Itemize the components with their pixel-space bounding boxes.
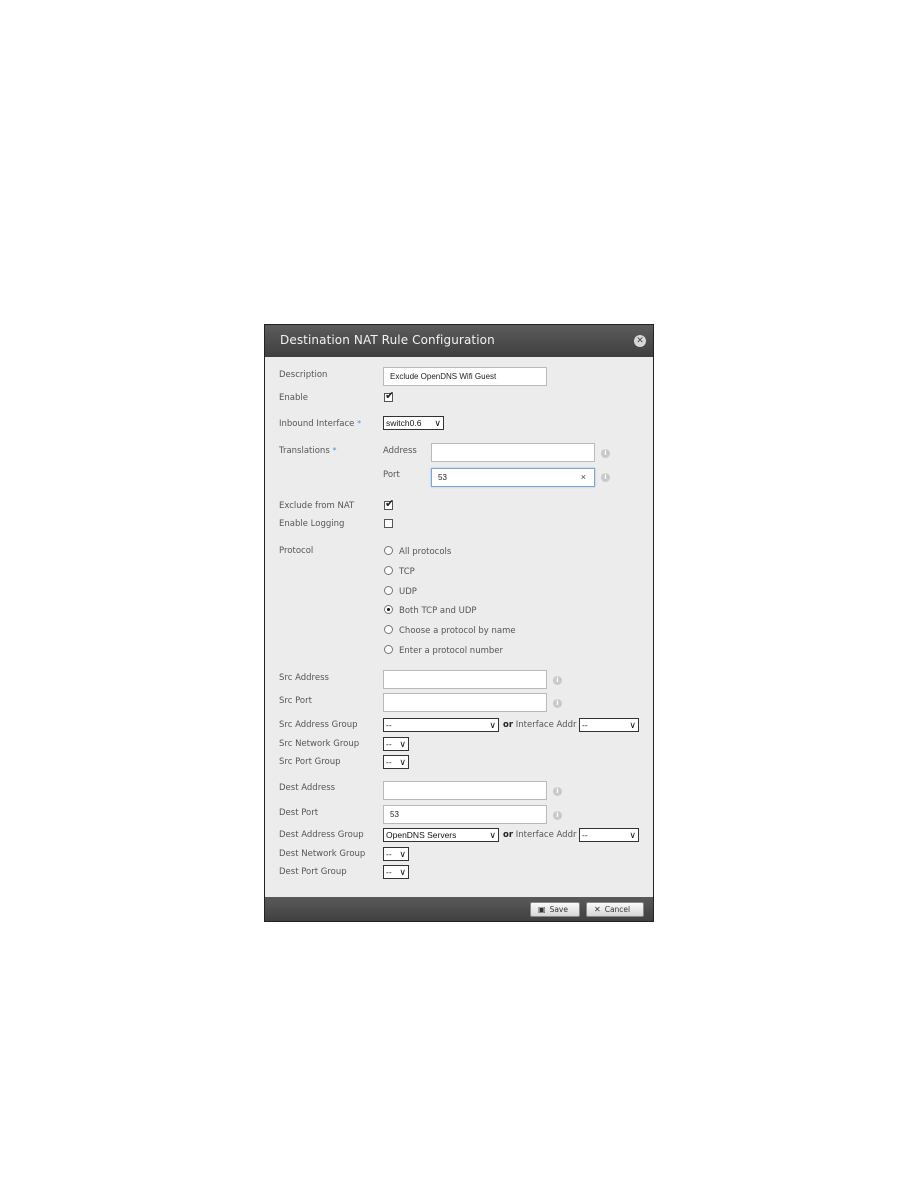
- dialog-titlebar[interactable]: Destination NAT Rule Configuration ✕: [265, 325, 653, 357]
- floppy-disk-icon: ▣: [538, 905, 546, 914]
- inbound-interface-value: switch0.6: [386, 418, 422, 428]
- chevron-down-icon: ∨: [434, 418, 441, 428]
- inbound-interface-select[interactable]: switch0.6 ∨: [383, 416, 444, 430]
- src-port-label: Src Port: [279, 696, 312, 706]
- translation-port-label: Port: [383, 470, 400, 480]
- dest-address-group-label: Dest Address Group: [279, 830, 364, 840]
- nat-rule-dialog: Destination NAT Rule Configuration ✕ Des…: [264, 324, 654, 922]
- protocol-radio-tcp[interactable]: [384, 566, 393, 575]
- interface-addr-text: Interface Addr: [515, 720, 577, 730]
- translation-port-value: 53: [438, 473, 447, 482]
- chevron-down-icon: ∨: [489, 830, 496, 840]
- protocol-option-label: All protocols: [399, 547, 452, 557]
- info-icon[interactable]: i: [553, 811, 562, 820]
- src-port-input[interactable]: [383, 693, 547, 712]
- or-interface-addr-label: or Interface Addr: [503, 720, 576, 730]
- dest-address-input[interactable]: [383, 781, 547, 800]
- cancel-button-label: Cancel: [604, 905, 631, 914]
- translations-label: Translations *: [279, 446, 336, 456]
- enable-logging-label: Enable Logging: [279, 519, 345, 529]
- required-mark: *: [357, 419, 362, 428]
- chevron-down-icon: ∨: [629, 830, 636, 840]
- exclude-from-nat-checkbox[interactable]: ✔: [384, 497, 395, 510]
- protocol-radio-by-name[interactable]: [384, 625, 393, 634]
- src-address-group-label: Src Address Group: [279, 720, 358, 730]
- src-port-group-value: --: [386, 757, 392, 767]
- protocol-option-label: Enter a protocol number: [399, 646, 503, 656]
- translation-address-label: Address: [383, 446, 417, 456]
- src-interface-addr-value: --: [582, 720, 588, 730]
- protocol-option-label: TCP: [399, 567, 415, 577]
- info-icon[interactable]: i: [553, 676, 562, 685]
- src-interface-addr-select[interactable]: -- ∨: [579, 718, 639, 732]
- translation-port-input[interactable]: 53 ×: [431, 468, 595, 487]
- protocol-option-label: Choose a protocol by name: [399, 626, 516, 636]
- dest-port-group-select[interactable]: -- ∨: [383, 865, 409, 879]
- dest-network-group-value: --: [386, 849, 392, 859]
- clear-input-icon[interactable]: ×: [581, 469, 586, 486]
- dest-port-input[interactable]: 53: [383, 805, 547, 824]
- check-icon: ✔: [385, 497, 395, 510]
- inbound-interface-label-text: Inbound Interface: [279, 419, 355, 429]
- protocol-option-label: Both TCP and UDP: [399, 606, 477, 616]
- cancel-button[interactable]: ✕ Cancel: [586, 902, 644, 917]
- exclude-from-nat-label: Exclude from NAT: [279, 501, 355, 511]
- src-address-group-select[interactable]: -- ∨: [383, 718, 499, 732]
- dialog-footer: ▣ Save ✕ Cancel: [265, 897, 653, 921]
- description-label: Description: [279, 370, 328, 380]
- enable-logging-checkbox[interactable]: [384, 519, 393, 528]
- enable-label: Enable: [279, 393, 308, 403]
- chevron-down-icon: ∨: [399, 757, 406, 767]
- dest-port-label: Dest Port: [279, 808, 319, 818]
- description-input[interactable]: Exclude OpenDNS Wifi Guest: [383, 367, 547, 386]
- info-icon[interactable]: i: [601, 449, 610, 458]
- info-icon[interactable]: i: [553, 699, 562, 708]
- or-text: or: [503, 830, 514, 840]
- interface-addr-text: Interface Addr: [515, 830, 577, 840]
- info-icon[interactable]: i: [601, 473, 610, 482]
- dialog-title: Destination NAT Rule Configuration: [280, 333, 495, 347]
- chevron-down-icon: ∨: [399, 867, 406, 877]
- dest-interface-addr-value: --: [582, 830, 588, 840]
- src-address-label: Src Address: [279, 673, 329, 683]
- save-button[interactable]: ▣ Save: [530, 902, 580, 917]
- translations-label-text: Translations: [279, 446, 330, 456]
- dest-network-group-select[interactable]: -- ∨: [383, 847, 409, 861]
- protocol-option-label: UDP: [399, 587, 417, 597]
- dest-interface-addr-select[interactable]: -- ∨: [579, 828, 639, 842]
- src-network-group-select[interactable]: -- ∨: [383, 737, 409, 751]
- translation-address-input[interactable]: [431, 443, 595, 462]
- chevron-down-icon: ∨: [399, 849, 406, 859]
- protocol-radio-by-number[interactable]: [384, 645, 393, 654]
- protocol-radio-both[interactable]: [384, 605, 393, 614]
- dest-port-group-label: Dest Port Group: [279, 867, 347, 877]
- src-port-group-select[interactable]: -- ∨: [383, 755, 409, 769]
- src-port-group-label: Src Port Group: [279, 757, 341, 767]
- protocol-label: Protocol: [279, 546, 314, 556]
- enable-checkbox[interactable]: ✔: [384, 389, 395, 402]
- chevron-down-icon: ∨: [399, 739, 406, 749]
- info-icon[interactable]: i: [553, 787, 562, 796]
- src-address-group-value: --: [386, 720, 392, 730]
- protocol-radio-all[interactable]: [384, 546, 393, 555]
- chevron-down-icon: ∨: [489, 720, 496, 730]
- dest-address-group-select[interactable]: OpenDNS Servers ∨: [383, 828, 499, 842]
- save-button-label: Save: [549, 905, 568, 914]
- check-icon: ✔: [385, 389, 395, 402]
- required-mark: *: [332, 446, 337, 455]
- src-network-group-label: Src Network Group: [279, 739, 360, 749]
- dest-address-label: Dest Address: [279, 783, 336, 793]
- protocol-radio-udp[interactable]: [384, 586, 393, 595]
- src-network-group-value: --: [386, 739, 392, 749]
- close-icon[interactable]: ✕: [634, 335, 646, 347]
- or-interface-addr-label: or Interface Addr: [503, 830, 576, 840]
- inbound-interface-label: Inbound Interface *: [279, 419, 361, 429]
- or-text: or: [503, 720, 514, 730]
- dest-address-group-value: OpenDNS Servers: [386, 830, 457, 840]
- dest-port-group-value: --: [386, 867, 392, 877]
- close-icon: ✕: [594, 905, 601, 914]
- chevron-down-icon: ∨: [629, 720, 636, 730]
- dest-network-group-label: Dest Network Group: [279, 849, 366, 859]
- src-address-input[interactable]: [383, 670, 547, 689]
